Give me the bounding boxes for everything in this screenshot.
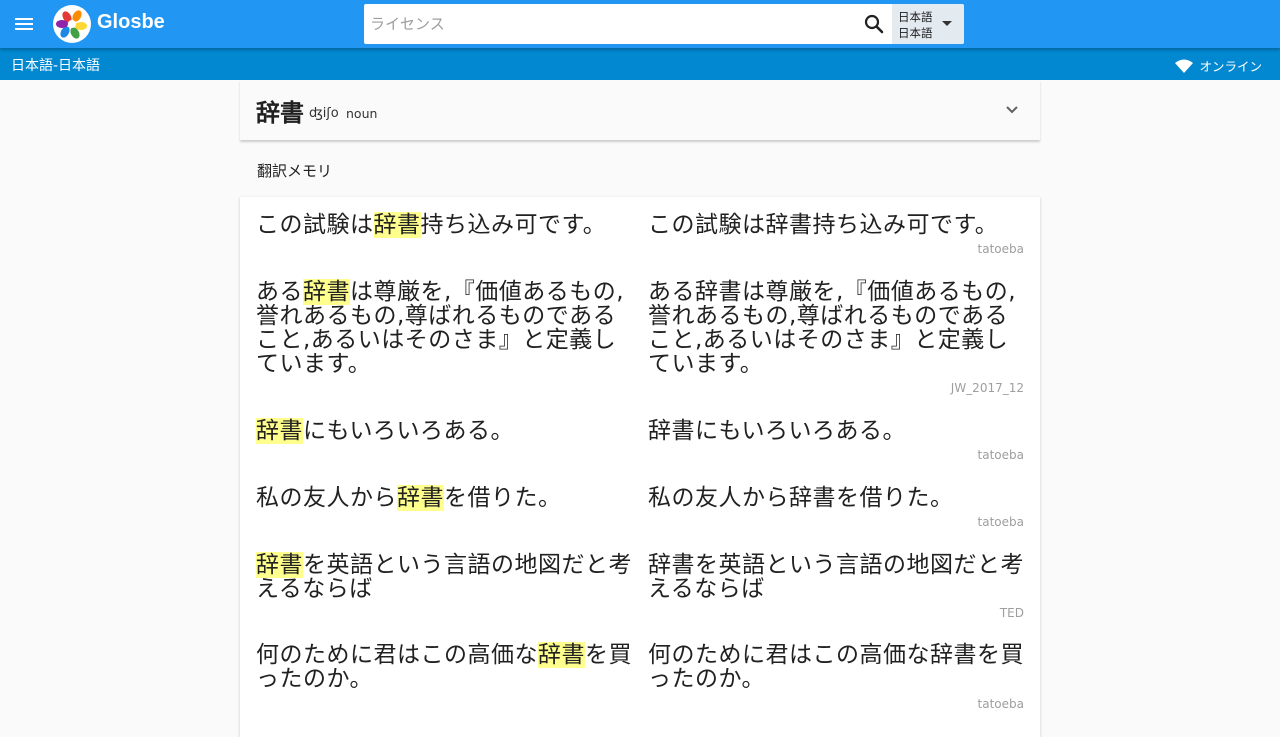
translation-memory-list: この試験は辞書持ち込み可です。 この試験は辞書持ち込み可です。 tatoeba ある辞…	[240, 197, 1040, 737]
target-sentence: ある辞書は尊厳を,『価値あるもの,誉れあるもの,尊ばれるものであること,あるいは…	[648, 279, 1017, 377]
language-selector[interactable]: 日本語 日本語	[892, 4, 964, 44]
search-box: 日本語 日本語	[364, 4, 964, 44]
wifi-icon	[1175, 59, 1194, 73]
part-of-speech: noun	[346, 106, 378, 121]
source-label[interactable]: tatoeba	[978, 448, 1024, 462]
sentence-fragment: ある	[256, 279, 303, 305]
connection-status: オンライン	[1175, 56, 1262, 75]
sentence-fragment: を借りた。	[444, 485, 562, 511]
source-sentence: 私の友人から辞書を借りた。	[256, 485, 632, 511]
source-sentence: この試験は辞書持ち込み可です。	[256, 212, 632, 238]
status-label: オンライン	[1199, 59, 1262, 74]
sentence-fragment: この試験は	[256, 212, 374, 238]
language-to: 日本語	[898, 26, 933, 40]
source-sentence: 辞書を英語という言語の地図だと考えるならば	[256, 552, 632, 602]
entry-header[interactable]: 辞書 ʤiʃo noun	[240, 80, 1040, 140]
chevron-down-icon[interactable]	[1002, 100, 1022, 120]
top-app-bar: Glosbe 日本語 日本語	[0, 0, 1280, 48]
source-label[interactable]: tatoeba	[978, 697, 1024, 711]
highlighted-term: 辞書	[538, 642, 585, 668]
highlighted-term: 辞書	[256, 418, 303, 444]
source-label[interactable]: TED	[1000, 606, 1024, 620]
target-sentence: 何のために君はこの高価な辞書を買ったのか。	[648, 642, 1024, 692]
source-label[interactable]: tatoeba	[978, 242, 1024, 256]
sentence-fragment: を英語という言語の地図だと考えるならば	[256, 552, 632, 602]
language-pair-bar: 日本語-日本語 オンライン	[0, 48, 1280, 80]
highlighted-term: 辞書	[373, 212, 421, 238]
search-input[interactable]	[364, 4, 856, 44]
headword: 辞書	[256, 99, 304, 127]
target-sentence: 辞書にもいろいろある。	[648, 418, 907, 444]
sentence-fragment: 何のために君はこの高価な	[256, 642, 538, 668]
highlighted-term: 辞書	[256, 552, 303, 578]
sentence-fragment: にもいろいろある。	[303, 418, 515, 444]
source-sentence: 何のために君はこの高価な辞書を買ったのか。	[256, 642, 632, 691]
source-sentence: ある辞書は尊厳を,『価値あるもの,誉れあるもの,尊ばれるものであること,あるいは…	[256, 279, 632, 376]
sentence-fragment: 持ち込み可です。	[420, 212, 607, 238]
pronunciation: ʤiʃo	[309, 106, 339, 121]
source-sentence: 辞書にもいろいろある。	[256, 418, 632, 444]
glosbe-logo-icon[interactable]	[53, 5, 91, 43]
source-label[interactable]: tatoeba	[978, 515, 1024, 529]
language-from: 日本語	[898, 10, 933, 24]
source-label[interactable]: JW_2017_12	[951, 381, 1024, 395]
target-sentence: 辞書を英語という言語の地図だと考えるならば	[648, 552, 1024, 602]
target-sentence: 私の友人から辞書を借りた。	[648, 485, 954, 511]
target-sentence: この試験は辞書持ち込み可です。	[648, 212, 999, 238]
menu-icon[interactable]	[12, 12, 36, 36]
highlighted-term: 辞書	[303, 279, 350, 305]
dropdown-caret-icon	[942, 21, 952, 26]
sentence-fragment: 私の友人から	[256, 485, 397, 511]
section-title: 翻訳メモリ	[257, 162, 333, 180]
search-icon[interactable]	[862, 12, 886, 36]
language-pair-label[interactable]: 日本語-日本語	[11, 55, 100, 75]
highlighted-term: 辞書	[397, 485, 444, 511]
brand-name[interactable]: Glosbe	[97, 11, 165, 34]
